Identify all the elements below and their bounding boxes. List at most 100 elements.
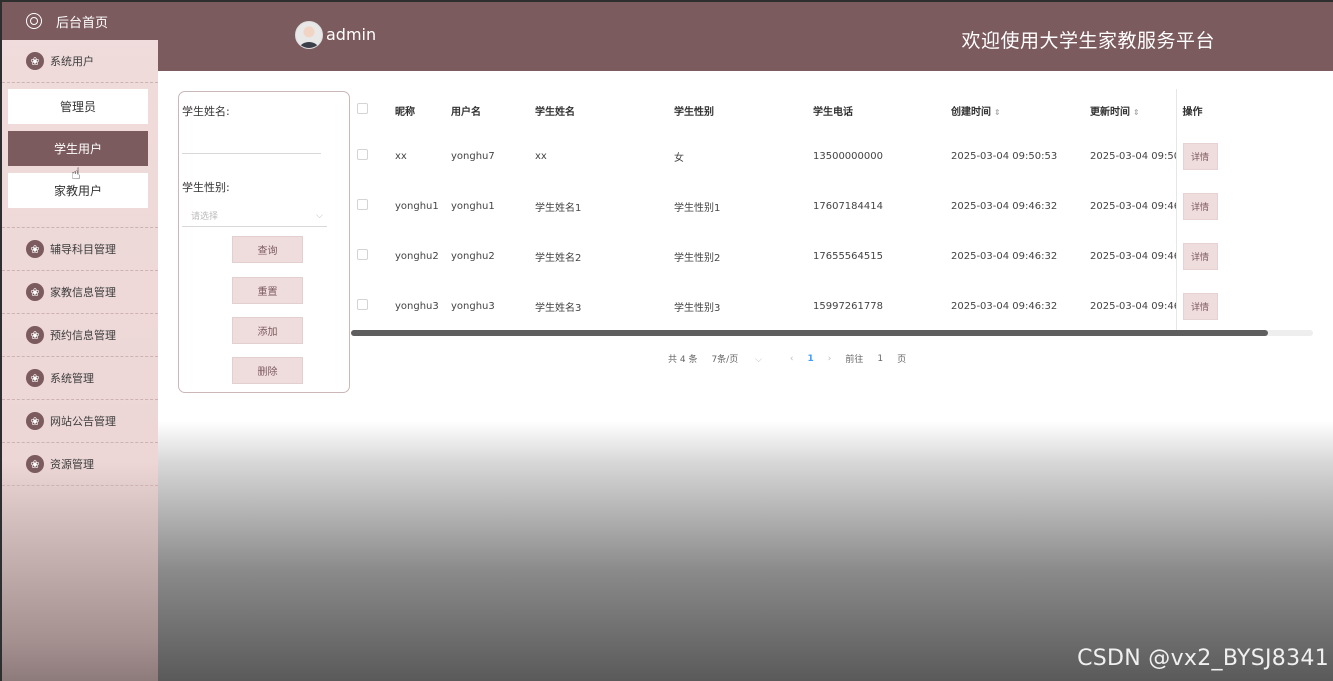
- menu-icon: ❀: [26, 240, 44, 258]
- table-row: yonghu1 yonghu1 学生姓名1 学生性别1 17607184414 …: [351, 181, 1311, 231]
- menu-icon: ❀: [26, 283, 44, 301]
- row-checkbox[interactable]: [357, 199, 368, 210]
- cell-student-phone: 17607184414: [813, 200, 883, 212]
- page-suffix: 页: [897, 355, 907, 365]
- col-header-student-phone: 学生电话: [813, 106, 853, 118]
- next-page-icon[interactable]: ›: [828, 354, 832, 364]
- sidebar-item-system-users[interactable]: ❀ 系统用户: [2, 40, 158, 83]
- select-all-checkbox[interactable]: [357, 103, 368, 114]
- top-header: admin 欢迎使用大学生家教服务平台: [158, 2, 1333, 71]
- cell-student-gender: 学生性别2: [674, 252, 721, 264]
- sidebar-item-resources[interactable]: ❀ 资源管理: [2, 443, 158, 486]
- col-header-created[interactable]: 创建时间 ⇕: [945, 89, 1084, 131]
- sidebar-item-subjects[interactable]: ❀ 辅导科目管理: [2, 228, 158, 271]
- cell-updated: 2025-03-04 09:46:3: [1090, 250, 1176, 262]
- submenu-item-label: 管理员: [59, 100, 96, 114]
- prev-page-icon[interactable]: ‹: [790, 354, 794, 364]
- page-number-current[interactable]: 1: [808, 354, 814, 364]
- query-button[interactable]: 查询: [232, 236, 303, 263]
- menu-icon: ❀: [26, 412, 44, 430]
- cell-nickname: yonghu3: [395, 300, 439, 312]
- sidebar-item-label: 系统管理: [50, 372, 94, 385]
- page-size-select[interactable]: 7条/页 ⌵: [711, 352, 775, 365]
- cell-nickname: yonghu2: [395, 250, 439, 262]
- col-header-label: 更新时间: [1090, 106, 1130, 118]
- submenu-item-student-users[interactable]: 学生用户: [8, 131, 148, 166]
- pagination-total: 共 4 条: [668, 355, 698, 365]
- sidebar: 后台首页 ❀ 系统用户 管理员 学生用户 家教用户 ❀ 辅导科目管理 ❀ 家教信…: [2, 2, 158, 681]
- page-size-label: 7条/页: [711, 355, 739, 365]
- submenu-item-admin[interactable]: 管理员: [8, 89, 148, 124]
- cell-created: 2025-03-04 09:46:32: [951, 200, 1058, 212]
- chevron-down-icon: ⌵: [755, 355, 762, 365]
- reset-button[interactable]: 重置: [232, 277, 303, 304]
- table-row: yonghu3 yonghu3 学生姓名3 学生性别3 15997261778 …: [351, 281, 1311, 331]
- chevron-down-icon: ⌵: [316, 210, 323, 221]
- student-name-input[interactable]: [182, 135, 321, 154]
- watermark: CSDN @vx2_BYSJ8341: [1077, 646, 1329, 671]
- sidebar-item-label: 系统用户: [50, 55, 94, 68]
- menu-icon: ❀: [26, 455, 44, 473]
- cell-created: 2025-03-04 09:46:32: [951, 250, 1058, 262]
- col-header-username: 用户名: [451, 106, 481, 118]
- sidebar-item-label: 预约信息管理: [50, 329, 116, 342]
- username-label: admin: [326, 25, 377, 44]
- cell-updated: 2025-03-04 09:50:5: [1090, 150, 1176, 162]
- menu-icon: ❀: [26, 52, 44, 70]
- menu-icon: ❀: [26, 326, 44, 344]
- row-checkbox[interactable]: [357, 249, 368, 260]
- sidebar-item-home[interactable]: 后台首页: [2, 2, 158, 40]
- cell-username: yonghu2: [451, 250, 495, 262]
- student-table: 昵称 用户名 学生姓名 学生性别 学生电话 创建时间 ⇕ 更新时间 ⇕ 操作 xx …: [351, 89, 1313, 331]
- sidebar-item-label: 网站公告管理: [50, 415, 116, 428]
- sort-icon[interactable]: ⇕: [1133, 108, 1140, 117]
- cell-student-name: 学生姓名2: [535, 252, 582, 264]
- col-header-student-name: 学生姓名: [535, 106, 575, 118]
- cell-username: yonghu7: [451, 150, 495, 162]
- hand-cursor-icon: ☝: [71, 164, 81, 183]
- col-header-nickname: 昵称: [395, 106, 415, 118]
- detail-button[interactable]: 详情: [1182, 142, 1218, 170]
- site-title: 欢迎使用大学生家教服务平台: [961, 30, 1215, 52]
- sort-icon[interactable]: ⇕: [994, 108, 1001, 117]
- cell-nickname: yonghu1: [395, 200, 439, 212]
- scrollbar-thumb[interactable]: [351, 330, 1268, 336]
- cell-student-gender: 女: [674, 152, 684, 164]
- submenu-item-label: 学生用户: [53, 142, 102, 156]
- cell-student-name: xx: [535, 150, 547, 162]
- table-horizontal-scrollbar[interactable]: [351, 330, 1313, 336]
- col-header-op: 操作: [1175, 89, 1311, 131]
- add-button[interactable]: 添加: [232, 317, 303, 344]
- detail-button[interactable]: 详情: [1182, 242, 1218, 270]
- cell-updated: 2025-03-04 09:46:3: [1090, 300, 1176, 312]
- row-checkbox[interactable]: [357, 299, 368, 310]
- row-checkbox[interactable]: [357, 149, 368, 160]
- menu-icon: ❀: [26, 369, 44, 387]
- table-row: xx yonghu7 xx 女 13500000000 2025-03-04 0…: [351, 131, 1311, 181]
- main-content: 学生姓名: 学生性别: 请选择 ⌵ 查询 重置 添加 删除 昵称 用户名 学生姓…: [158, 71, 1333, 681]
- search-panel: 学生姓名: 学生性别: 请选择 ⌵ 查询 重置 添加 删除: [178, 91, 350, 393]
- goto-page-input[interactable]: 1: [877, 354, 883, 364]
- sidebar-item-tutoring-info[interactable]: ❀ 家教信息管理: [2, 271, 158, 314]
- delete-button[interactable]: 删除: [232, 357, 303, 384]
- submenu-item-label: 家教用户: [53, 184, 102, 198]
- sidebar-item-system-management[interactable]: ❀ 系统管理: [2, 357, 158, 400]
- goto-label: 前往: [845, 355, 864, 365]
- col-header-student-gender: 学生性别: [674, 106, 714, 118]
- cell-updated: 2025-03-04 09:46:3: [1090, 200, 1176, 212]
- col-header-updated[interactable]: 更新时间 ⇕: [1084, 89, 1176, 131]
- avatar[interactable]: [295, 21, 323, 49]
- detail-button[interactable]: 详情: [1182, 292, 1218, 320]
- cell-student-gender: 学生性别1: [674, 202, 721, 214]
- detail-button[interactable]: 详情: [1182, 192, 1218, 220]
- home-icon: [26, 13, 42, 29]
- student-gender-select[interactable]: 请选择 ⌵: [182, 205, 327, 227]
- sidebar-item-label: 家教信息管理: [50, 286, 116, 299]
- sidebar-item-label: 后台首页: [56, 15, 109, 31]
- sidebar-item-bookings[interactable]: ❀ 预约信息管理: [2, 314, 158, 357]
- cell-student-name: 学生姓名3: [535, 302, 582, 314]
- cell-username: yonghu1: [451, 200, 495, 212]
- table-row: yonghu2 yonghu2 学生姓名2 学生性别2 17655564515 …: [351, 231, 1311, 281]
- sidebar-item-announcements[interactable]: ❀ 网站公告管理: [2, 400, 158, 443]
- table-header-row: 昵称 用户名 学生姓名 学生性别 学生电话 创建时间 ⇕ 更新时间 ⇕ 操作: [351, 89, 1311, 131]
